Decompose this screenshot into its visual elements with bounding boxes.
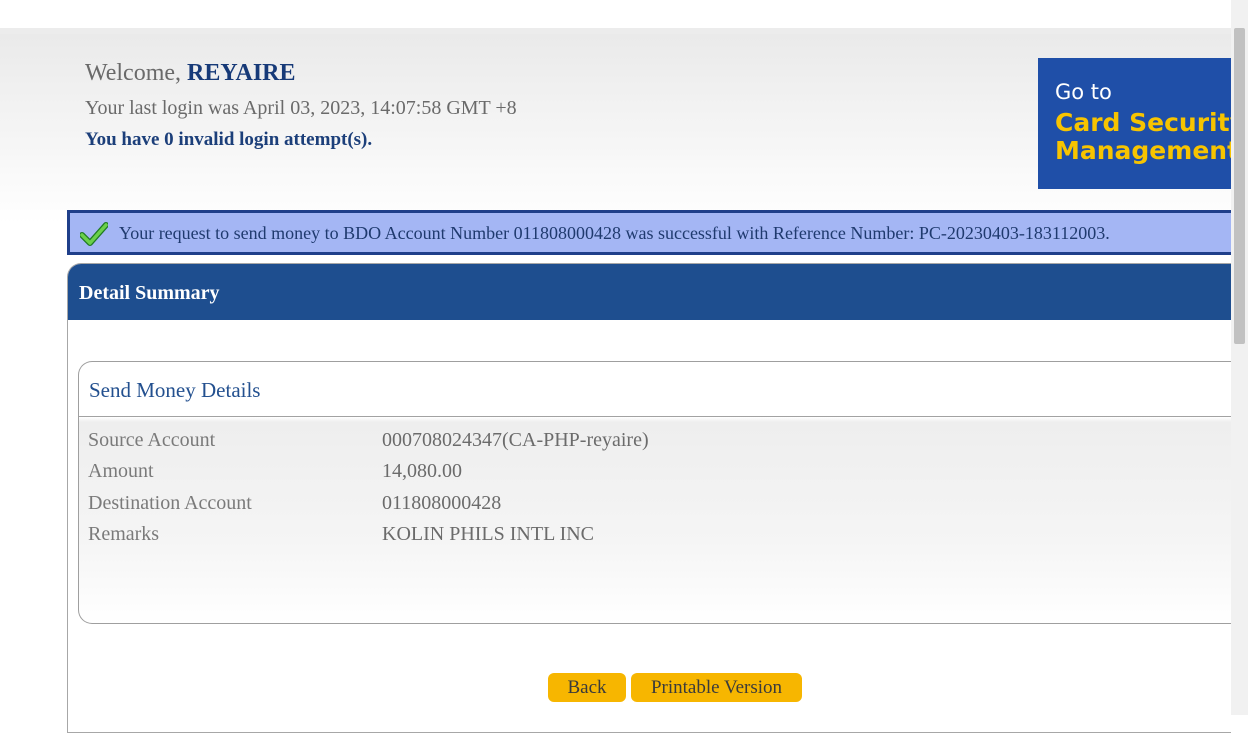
detail-row-remarks: Remarks KOLIN PHILS INTL INC [79, 523, 1231, 553]
row-label: Remarks [88, 523, 160, 545]
scrollbar-thumb[interactable] [1234, 28, 1245, 344]
row-value: 000708024347(CA-PHP-reyaire) [382, 429, 649, 451]
printable-version-button[interactable]: Printable Version [631, 673, 802, 702]
row-value: 011808000428 [382, 492, 502, 514]
vertical-scrollbar[interactable] [1231, 0, 1248, 715]
back-button[interactable]: Back [548, 673, 626, 702]
row-label: Source Account [88, 429, 216, 451]
success-message: Your request to send money to BDO Accoun… [119, 223, 1110, 243]
banner-line-goto: Go to [1055, 80, 1112, 104]
username: REYAIRE [187, 60, 296, 86]
send-money-details-box: Send Money Details Source Account 000708… [78, 361, 1231, 624]
invalid-attempts-text: You have 0 invalid login attempt(s). [85, 129, 373, 150]
row-label: Amount [88, 460, 154, 482]
panel-title: Detail Summary [79, 282, 220, 304]
detail-row-amount: Amount 14,080.00 [79, 460, 1231, 490]
checkmark-icon [80, 222, 108, 246]
welcome-prefix: Welcome, [85, 60, 188, 86]
top-bar [0, 0, 1231, 28]
card-security-banner[interactable]: Go to Card Security Management [1038, 58, 1231, 189]
section-divider [79, 416, 1231, 417]
panel-header: Detail Summary [68, 264, 1231, 320]
section-title: Send Money Details [89, 378, 261, 402]
row-value: 14,080.00 [382, 460, 462, 482]
detail-row-source-account: Source Account 000708024347(CA-PHP-reyai… [79, 429, 1231, 459]
row-value: KOLIN PHILS INTL INC [382, 523, 595, 545]
banner-line-management: Management [1055, 136, 1231, 165]
banner-line-card-security: Card Security [1055, 108, 1231, 137]
detail-summary-panel: Detail Summary Send Money Details Source… [67, 263, 1231, 733]
detail-row-destination-account: Destination Account 011808000428 [79, 492, 1231, 522]
row-label: Destination Account [88, 492, 252, 514]
last-login-text: Your last login was April 03, 2023, 14:0… [85, 97, 517, 119]
success-alert: Your request to send money to BDO Accoun… [67, 210, 1231, 255]
welcome-text: Welcome, REYAIRE [85, 60, 296, 87]
